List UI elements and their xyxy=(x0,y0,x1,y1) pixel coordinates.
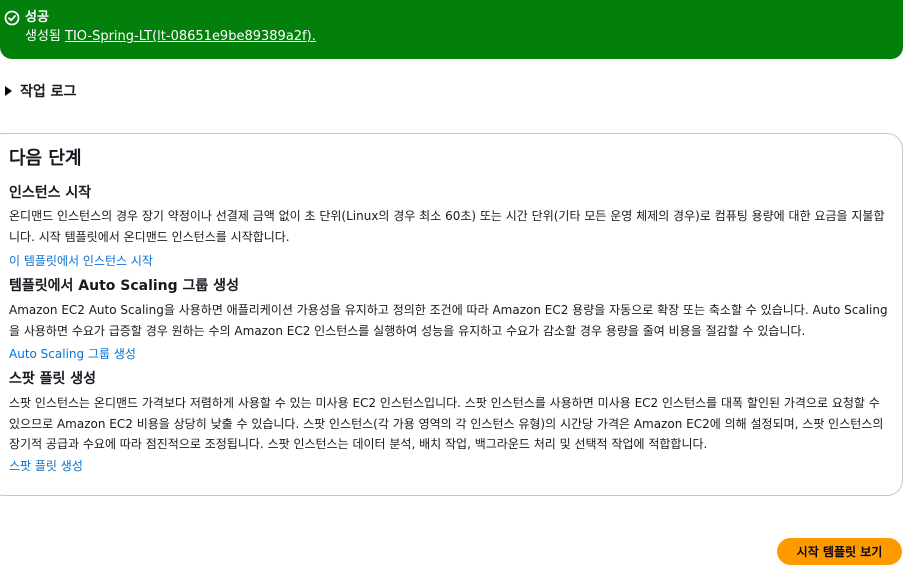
create-spot-fleet-link[interactable]: 스팟 플릿 생성 xyxy=(9,458,83,474)
launch-instance-description: 온디맨드 인스턴스의 경우 장기 약정이나 선결제 금액 없이 초 단위(Lin… xyxy=(9,209,885,244)
flash-message-prefix: 생성됨 xyxy=(25,29,66,44)
success-flash-banner: 성공 생성됨 TIO-Spring-LT(lt-08651e9be89389a2… xyxy=(0,0,903,59)
next-steps-title: 다음 단계 xyxy=(9,148,82,169)
action-log-label: 작업 로그 xyxy=(20,84,77,100)
create-asg-title: 템플릿에서 Auto Scaling 그룹 생성 xyxy=(9,278,239,294)
view-launch-template-button[interactable]: 시작 템플릿 보기 xyxy=(777,538,902,565)
flash-title: 성공 xyxy=(25,10,49,25)
action-log-expander[interactable]: 작업 로그 xyxy=(5,81,76,101)
success-check-icon xyxy=(4,10,20,26)
flash-message: 생성됨 TIO-Spring-LT(lt-08651e9be89389a2f). xyxy=(25,28,316,45)
create-asg-link[interactable]: Auto Scaling 그룹 생성 xyxy=(9,346,136,362)
launch-instance-from-template-link[interactable]: 이 템플릿에서 인스턴스 시작 xyxy=(9,253,153,269)
next-steps-container: 다음 단계 인스턴스 시작 온디맨드 인스턴스의 경우 장기 약정이나 선결제 … xyxy=(0,133,903,496)
create-asg-description: Amazon EC2 Auto Scaling을 사용하면 애플리케이션 가용성… xyxy=(9,303,888,338)
launch-instance-title: 인스턴스 시작 xyxy=(9,185,92,201)
caret-right-icon xyxy=(5,86,12,96)
create-spot-fleet-title: 스팟 플릿 생성 xyxy=(9,371,97,387)
launch-template-link[interactable]: TIO-Spring-LT(lt-08651e9be89389a2f). xyxy=(65,29,316,44)
create-spot-fleet-description: 스팟 인스턴스는 온디맨드 가격보다 저렴하게 사용할 수 있는 미사용 EC2… xyxy=(9,396,884,451)
